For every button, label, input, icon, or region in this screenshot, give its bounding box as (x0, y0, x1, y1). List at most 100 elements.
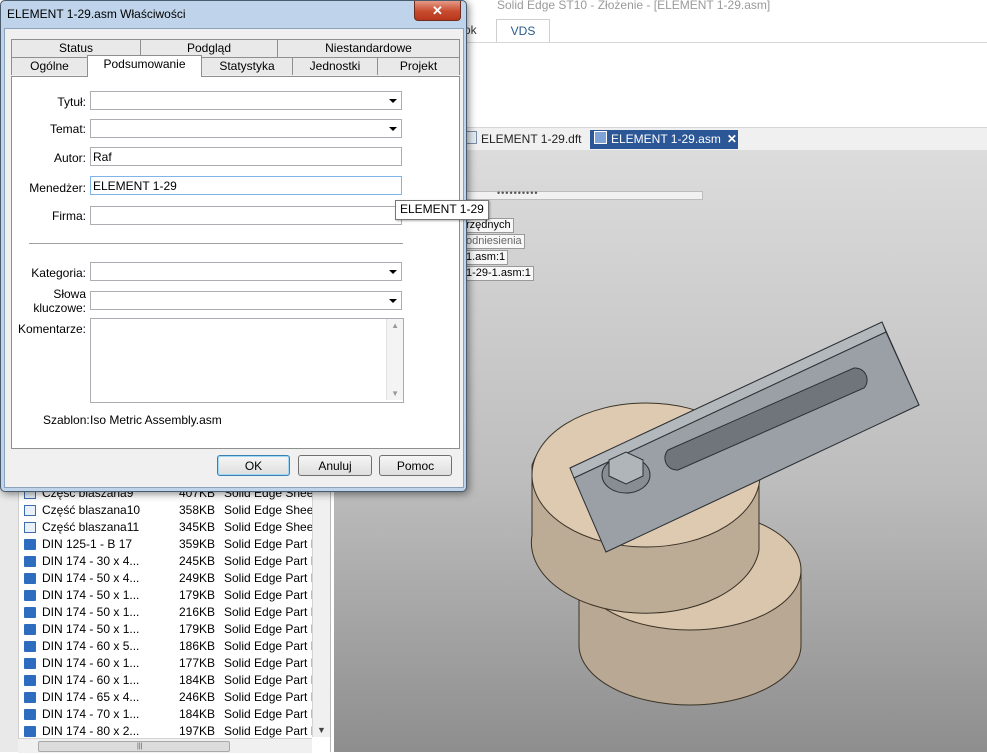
comments-label: Komentarze: (17, 322, 86, 336)
file-name: DIN 174 - 50 x 1... (42, 605, 140, 619)
app-title: Solid Edge ST10 - Złożenie - [ELEMENT 1-… (497, 0, 771, 12)
grip-icon: ||| (137, 743, 143, 750)
author-field[interactable]: Raf (90, 147, 402, 166)
section-divider (29, 243, 403, 245)
file-size: 358KB (179, 503, 216, 517)
file-type: Solid Edge Part Do (224, 690, 327, 704)
file-name: DIN 174 - 70 x 1... (42, 707, 140, 721)
file-name: DIN 174 - 60 x 5... (42, 639, 140, 653)
tab-summary[interactable]: Podsumowanie (87, 55, 202, 77)
keywords-combo[interactable] (90, 291, 402, 310)
title-label: Tytuł: (57, 95, 86, 109)
library-side-strip (0, 485, 19, 752)
file-name: DIN 174 - 60 x 1... (42, 673, 140, 687)
category-label: Kategoria: (31, 266, 86, 280)
file-size: 359KB (179, 537, 216, 551)
ribbon-tab-view[interactable]: ok (464, 19, 494, 41)
part-file-icon (24, 624, 36, 635)
comments-scrollbar[interactable]: ▲ ▼ (386, 319, 403, 400)
tab-custom[interactable]: Niestandardowe (277, 39, 460, 57)
file-type: Solid Edge Sheet (224, 503, 317, 517)
file-type: Solid Edge Part Do (224, 639, 327, 653)
ok-button[interactable]: OK (217, 455, 290, 476)
part-file-icon (24, 607, 36, 618)
library-vertical-scrollbar[interactable]: ▼ (312, 485, 330, 737)
file-name: DIN 174 - 65 x 4... (42, 690, 140, 704)
file-type: Solid Edge Part Do (224, 622, 327, 636)
tab-general[interactable]: Ogólne (11, 57, 88, 75)
part-file-icon (24, 709, 36, 720)
file-type: Solid Edge Part Do (224, 656, 327, 670)
category-combo[interactable] (90, 262, 402, 281)
tab-units[interactable]: Jednostki (292, 57, 378, 75)
part-file-icon (24, 641, 36, 652)
file-size: 177KB (179, 656, 216, 670)
file-name: DIN 174 - 60 x 1... (42, 656, 140, 670)
library-file-list: Część blaszana9 407KB Solid Edge Sheet Częś… (22, 485, 326, 740)
library-row[interactable]: DIN 174 - 30 x 4... 245KB Solid Edge Part … (22, 553, 326, 570)
file-name: DIN 174 - 50 x 1... (42, 588, 140, 602)
file-size: 179KB (179, 588, 216, 602)
dialog-close-button[interactable]: ✕ (414, 1, 461, 21)
file-type: Solid Edge Part Do (224, 673, 327, 687)
comments-textarea[interactable]: ▲ ▼ (90, 318, 404, 403)
library-row[interactable]: DIN 174 - 65 x 4... 246KB Solid Edge Part … (22, 689, 326, 706)
file-type: Solid Edge Part Do (224, 707, 327, 721)
library-row[interactable]: DIN 174 - 60 x 5... 186KB Solid Edge Part … (22, 638, 326, 655)
library-row[interactable]: Część blaszana11 345KB Solid Edge Sheet (22, 519, 317, 536)
template-label: Szablon: (43, 413, 90, 427)
file-name: Część blaszana11 (42, 520, 140, 534)
part-file-icon (24, 675, 36, 686)
subject-label: Temat: (49, 122, 86, 136)
library-row[interactable]: DIN 174 - 50 x 1... 179KB Solid Edge Part … (22, 621, 326, 638)
scroll-down-icon[interactable]: ▼ (317, 725, 326, 735)
parts-library-panel: Część blaszana9 407KB Solid Edge Sheet Częś… (0, 485, 331, 752)
properties-dialog: ELEMENT 1-29.asm Właściwości ✕ Status Po… (0, 0, 467, 492)
scroll-up-icon[interactable]: ▲ (391, 321, 399, 330)
file-type: Solid Edge Part Do (224, 554, 327, 568)
manager-tooltip: ELEMENT 1-29 (395, 200, 489, 220)
manager-field[interactable]: ELEMENT 1-29 (90, 176, 402, 195)
assembly-file-icon (594, 131, 607, 144)
help-button[interactable]: Pomoc (379, 455, 452, 476)
subject-combo[interactable] (90, 119, 402, 138)
cancel-button[interactable]: Anuluj (298, 455, 372, 476)
sheet-metal-file-icon (24, 522, 36, 533)
load-progress-bar: •••••••••• (460, 188, 703, 200)
library-row[interactable]: DIN 174 - 60 x 1... 184KB Solid Edge Part … (22, 672, 326, 689)
tree-node-label[interactable]: 1.asm:1 (463, 250, 509, 265)
scrollbar-thumb[interactable]: ||| (38, 741, 230, 752)
manager-label: Menedżer: (29, 181, 86, 195)
tab-statistics[interactable]: Statystyka (201, 57, 293, 75)
library-row[interactable]: DIN 174 - 50 x 1... 179KB Solid Edge Part … (22, 587, 326, 604)
file-size: 245KB (179, 554, 216, 568)
template-value: Iso Metric Assembly.asm (90, 413, 222, 427)
file-name: DIN 125-1 - B 17 (42, 537, 133, 551)
library-row[interactable]: DIN 174 - 70 x 1... 184KB Solid Edge Part … (22, 706, 326, 723)
file-size: 184KB (179, 707, 216, 721)
tree-node-label[interactable]: rzędnych (463, 218, 514, 233)
file-name: Część blaszana10 (42, 503, 141, 517)
file-name: DIN 174 - 50 x 4... (42, 571, 140, 585)
doc-tab-asm[interactable]: ELEMENT 1-29.asm ✕ (590, 130, 738, 149)
title-combo[interactable] (90, 91, 402, 110)
library-row[interactable]: DIN 174 - 50 x 1... 216KB Solid Edge Part … (22, 604, 326, 621)
library-row[interactable]: Część blaszana10 358KB Solid Edge Sheet (22, 502, 317, 519)
part-file-icon (24, 556, 36, 567)
file-size: 249KB (179, 571, 216, 585)
part-file-icon (24, 726, 36, 737)
doc-tab-dft[interactable]: ELEMENT 1-29.dft (460, 130, 586, 149)
close-icon[interactable]: ✕ (727, 132, 737, 146)
ribbon-tab-vds[interactable]: VDS (496, 19, 550, 42)
library-row[interactable]: DIN 174 - 60 x 1... 177KB Solid Edge Part … (22, 655, 326, 672)
company-field[interactable] (90, 206, 402, 225)
library-row[interactable]: DIN 174 - 50 x 4... 249KB Solid Edge Part … (22, 570, 326, 587)
tree-node-label[interactable]: 1-29-1.asm:1 (463, 266, 534, 281)
library-row[interactable]: DIN 125-1 - B 17 359KB Solid Edge Part Do (22, 536, 326, 553)
tree-node-label[interactable]: odniesienia (463, 234, 525, 249)
scroll-down-icon[interactable]: ▼ (391, 389, 399, 398)
part-file-icon (24, 658, 36, 669)
tab-project[interactable]: Projekt (377, 57, 460, 75)
file-name: DIN 174 - 50 x 1... (42, 622, 140, 636)
library-horizontal-scrollbar[interactable]: ||| (18, 738, 312, 753)
